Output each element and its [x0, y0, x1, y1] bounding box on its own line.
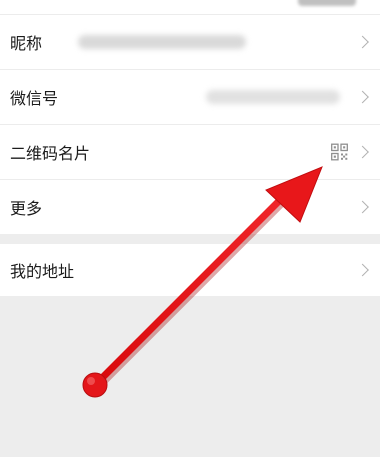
chevron-right-icon [356, 263, 369, 277]
row-wechat-id[interactable]: 微信号 [0, 69, 380, 124]
chevron-right-icon [356, 90, 369, 103]
row-my-address[interactable]: 我的地址 [0, 244, 380, 296]
my-address-label: 我的地址 [10, 262, 75, 281]
avatar-row-edge[interactable] [0, 0, 380, 14]
personal-info-screen: 昵称 微信号 二维码名片 更多 我的地址 [0, 0, 380, 457]
nickname-value-blurred [78, 34, 246, 49]
more-label: 更多 [10, 198, 43, 218]
chevron-right-icon [356, 35, 369, 48]
row-qr-code[interactable]: 二维码名片 [0, 124, 380, 179]
qr-code-icon [331, 143, 348, 160]
chevron-right-icon [356, 145, 369, 158]
address-group: 我的地址 [0, 244, 380, 296]
avatar [298, 0, 356, 6]
row-nickname[interactable]: 昵称 [0, 14, 380, 69]
wechat-id-label: 微信号 [10, 88, 59, 108]
chevron-right-icon [356, 200, 369, 213]
row-more[interactable]: 更多 [0, 179, 380, 234]
qr-code-label: 二维码名片 [10, 143, 91, 163]
profile-settings-group: 昵称 微信号 二维码名片 更多 [0, 14, 380, 234]
wechat-id-value-blurred [206, 89, 340, 104]
nickname-label: 昵称 [10, 33, 43, 53]
